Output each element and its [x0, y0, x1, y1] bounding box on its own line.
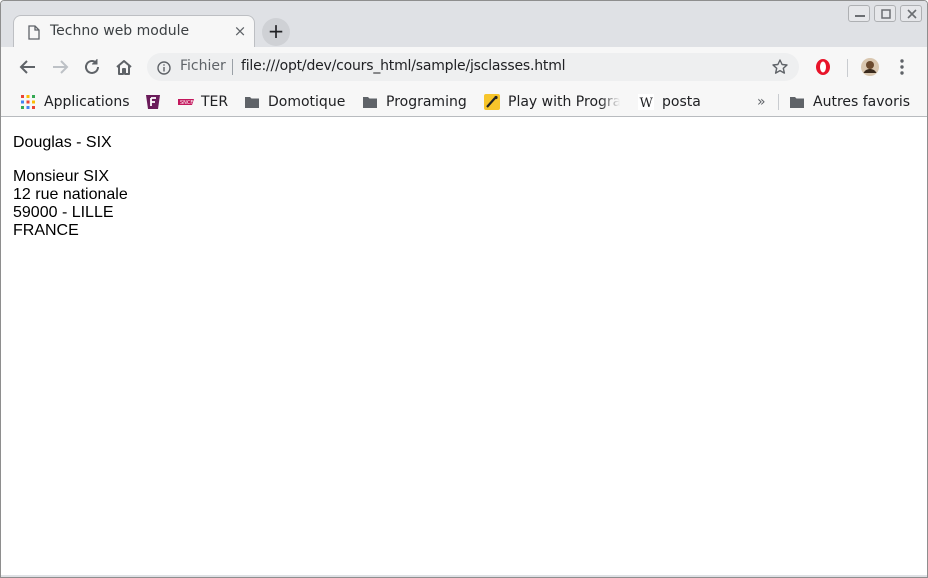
svg-text:W: W [640, 96, 654, 110]
bookmark-label: Autres favoris [813, 94, 911, 110]
home-icon[interactable] [114, 57, 134, 77]
omnibox-divider [232, 59, 233, 75]
forward-arrow-icon[interactable] [50, 57, 70, 77]
close-window-button[interactable] [900, 5, 922, 22]
reload-icon[interactable] [82, 57, 102, 77]
tab-strip: Techno web module × + [1, 1, 927, 48]
bookmark-label: TER [201, 94, 229, 110]
bookmark-label: Programing [386, 94, 467, 110]
back-arrow-icon[interactable] [18, 57, 38, 77]
bookmark-label: Applications [44, 94, 130, 110]
postal-address: Monsieur SIX 12 rue nationale 59000 - LI… [13, 168, 128, 240]
new-tab-button[interactable]: + [262, 18, 290, 46]
play-icon [484, 94, 500, 110]
bookmark-play-with-programming[interactable]: Play with Progra [484, 91, 620, 113]
tab-title: Techno web module [50, 23, 190, 39]
f-logo-icon [145, 94, 161, 110]
address-line-country: FRANCE [13, 222, 79, 239]
avatar[interactable] [860, 57, 880, 77]
bookmark-f-logo[interactable] [145, 91, 161, 113]
bookmark-programing[interactable]: Programing [362, 91, 467, 113]
address-line-recipient: Monsieur SIX [13, 168, 110, 185]
sncf-icon: SNCF [177, 94, 194, 110]
address-line-street: 12 rue nationale [13, 186, 128, 203]
toolbar-divider [847, 59, 848, 77]
bookmark-posta[interactable]: W posta [638, 91, 701, 113]
folder-icon [244, 94, 260, 110]
bookmark-ter[interactable]: SNCF TER [177, 91, 228, 113]
menu-dots-icon[interactable] [892, 57, 912, 77]
page-content: Douglas - SIX Monsieur SIX 12 rue nation… [1, 118, 927, 577]
url-scheme-label: Fichier [180, 58, 226, 74]
maximize-button[interactable] [874, 5, 896, 22]
address-line-city: 59000 - LILLE [13, 204, 114, 221]
folder-icon [789, 94, 805, 110]
person-name: Douglas - SIX [13, 134, 112, 151]
address-bar[interactable]: Fichier file:///opt/dev/cours_html/sampl… [147, 53, 799, 81]
minimize-button[interactable] [848, 5, 870, 22]
apps-grid-icon [20, 94, 36, 110]
url-text[interactable]: file:///opt/dev/cours_html/sample/jsclas… [241, 58, 566, 74]
folder-icon [362, 94, 378, 110]
bookmarks-overflow-button[interactable]: » [757, 91, 766, 113]
bookmark-label: Play with Progra [508, 94, 620, 110]
bookmark-other-favorites[interactable]: Autres favoris [789, 91, 910, 113]
info-icon[interactable] [157, 60, 171, 75]
bookmark-label: posta [662, 94, 701, 110]
svg-text:SNCF: SNCF [180, 100, 193, 106]
bookmark-domotique[interactable]: Domotique [244, 91, 345, 113]
close-icon[interactable]: × [232, 22, 248, 40]
tab-active[interactable]: Techno web module × [13, 15, 255, 48]
bookmarks-bar: Applications SNCF TER Domotique Programi… [1, 87, 927, 117]
opera-icon[interactable] [813, 57, 833, 77]
bookmark-label: Domotique [268, 94, 346, 110]
window-bottom-edge [1, 575, 927, 577]
bookmark-applications[interactable]: Applications [20, 91, 130, 113]
bookmarks-divider [778, 94, 779, 110]
toolbar: Fichier file:///opt/dev/cours_html/sampl… [1, 47, 927, 87]
chevron-double-right-icon: » [757, 94, 766, 110]
wikipedia-icon: W [638, 94, 654, 111]
document-icon [28, 25, 40, 40]
browser-window: Techno web module × + Fichier file:///op… [0, 0, 928, 578]
star-icon[interactable] [771, 58, 789, 76]
